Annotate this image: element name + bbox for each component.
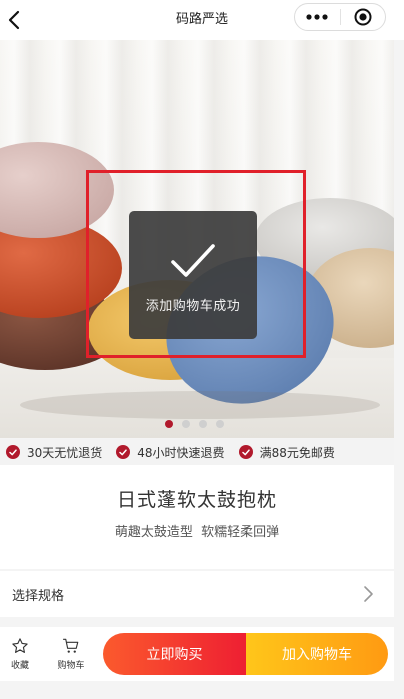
select-spec-label: 选择规格 — [12, 588, 65, 604]
guarantee-label: 满88元免邮费 — [259, 445, 335, 460]
product-subtitle: 萌趣太鼓造型 软糯轻柔回弹 — [114, 525, 280, 540]
bottom-safe-area — [0, 681, 404, 699]
guarantee-item: 30天无忧退货 — [6, 444, 102, 461]
service-guarantee-strip: 30天无忧退货 48小时快速退费 满88元免邮费 — [0, 439, 394, 465]
close-mini-program-button[interactable] — [341, 4, 386, 30]
bottom-action-bar: 收藏 购物车 立即购买 加入购物车 — [0, 627, 394, 681]
right-gutter — [394, 40, 404, 699]
guarantee-label: 30天无忧退货 — [27, 445, 103, 460]
record-circle-icon — [354, 8, 372, 26]
top-nav-bar: 码路严选 — [0, 0, 404, 40]
carousel-dot[interactable] — [182, 420, 190, 428]
star-icon — [12, 638, 28, 653]
mini-program-capsule — [294, 3, 386, 31]
carousel-indicator — [165, 420, 224, 428]
checkmark-icon — [171, 244, 215, 277]
toast-message: 添加购物车成功 — [145, 299, 241, 314]
check-circle-icon — [6, 445, 20, 459]
favorite-label: 收藏 — [10, 661, 29, 671]
guarantee-item: 满88元免邮费 — [238, 444, 335, 461]
guarantee-item: 48小时快速退费 — [116, 444, 225, 461]
select-spec-row[interactable]: 选择规格 — [0, 571, 394, 617]
chevron-right-icon — [364, 586, 373, 602]
add-to-cart-success-toast: 添加购物车成功 — [129, 211, 257, 339]
more-button[interactable] — [295, 4, 340, 30]
product-info-section: 日式蓬软太鼓抱枕 萌趣太鼓造型 软糯轻柔回弹 — [0, 465, 394, 569]
carousel-dot[interactable] — [165, 420, 173, 428]
check-circle-icon — [116, 445, 131, 459]
carousel-dot[interactable] — [216, 420, 224, 428]
favorite-button[interactable]: 收藏 — [0, 637, 40, 677]
add-to-cart-button[interactable]: 加入购物车 — [246, 633, 388, 675]
buy-now-button[interactable]: 立即购买 — [103, 633, 246, 675]
product-detail-page: 码路严选 添加购物车成功 30天无忧退货 48小时快速退费 满88元免邮费 日式… — [0, 0, 404, 699]
carousel-dot[interactable] — [199, 420, 207, 428]
more-dots-icon — [306, 14, 328, 20]
guarantee-label: 48小时快速退费 — [137, 445, 225, 460]
check-circle-icon — [238, 445, 253, 459]
cart-button[interactable]: 购物车 — [51, 637, 91, 677]
cart-icon — [62, 638, 79, 653]
cart-label: 购物车 — [57, 661, 85, 671]
product-title: 日式蓬软太鼓抱枕 — [116, 489, 277, 511]
